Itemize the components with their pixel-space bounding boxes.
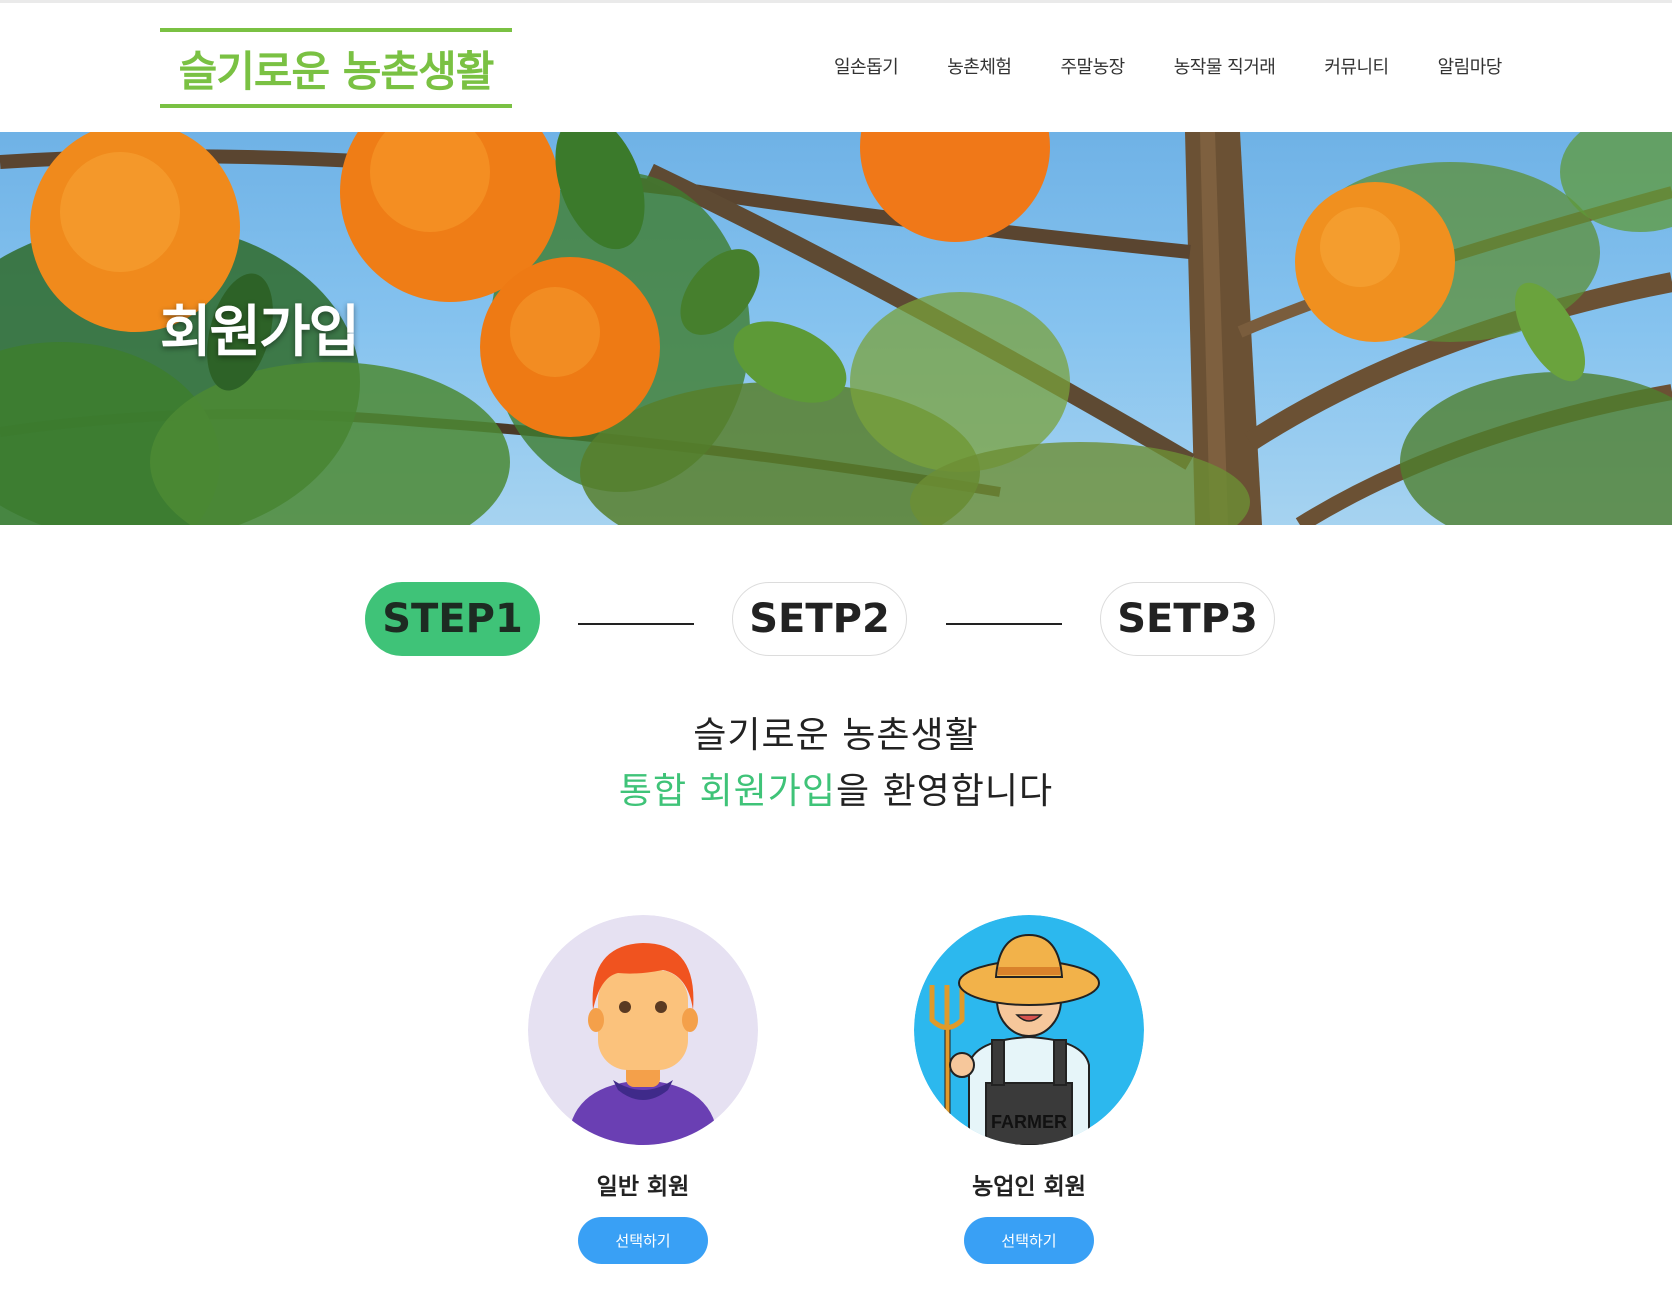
welcome-line-2: 통합 회원가입을 환영합니다	[0, 764, 1672, 820]
signup-steps: STEP1 SETP2 SETP3	[0, 582, 1672, 656]
step-connector	[946, 623, 1062, 625]
main-nav: 일손돕기 농촌체험 주말농장 농작물 직거래 커뮤니티 알림마당	[834, 53, 1502, 79]
step-2: SETP2	[732, 582, 907, 656]
nav-item-community[interactable]: 커뮤니티	[1324, 53, 1389, 79]
nav-item-weekend-farm[interactable]: 주말농장	[1061, 53, 1126, 79]
select-general-member-button[interactable]: 선택하기	[578, 1217, 708, 1264]
person-avatar	[528, 915, 758, 1145]
nav-item-notice[interactable]: 알림마당	[1438, 53, 1503, 79]
general-member-card: 일반 회원 선택하기	[528, 915, 758, 1264]
step-1: STEP1	[365, 582, 540, 656]
welcome-rest: 을 환영합니다	[836, 771, 1054, 812]
nav-item-experience[interactable]: 농촌체험	[947, 53, 1012, 79]
farmer-avatar: FARMER	[914, 915, 1144, 1145]
site-header: 슬기로운 농촌생활 일손돕기 농촌체험 주말농장 농작물 직거래 커뮤니티 알림…	[0, 3, 1672, 132]
site-logo[interactable]: 슬기로운 농촌생활	[160, 28, 512, 108]
welcome-line-1: 슬기로운 농촌생활	[693, 715, 979, 756]
welcome-message: 슬기로운 농촌생활 통합 회원가입을 환영합니다	[0, 708, 1672, 820]
member-label-farmer: 농업인 회원	[972, 1174, 1086, 1200]
select-farmer-member-button[interactable]: 선택하기	[964, 1217, 1094, 1264]
page-title: 회원가입	[160, 300, 360, 365]
nav-item-direct-trade[interactable]: 농작물 직거래	[1174, 53, 1276, 79]
farmer-badge: FARMER	[991, 1112, 1067, 1132]
welcome-highlight: 통합 회원가입	[618, 771, 836, 812]
nav-item-help[interactable]: 일손돕기	[834, 53, 899, 79]
farmer-member-card: FARMER 농업인 회원 선택하기	[914, 915, 1144, 1264]
hero-banner: 회원가입	[0, 132, 1672, 525]
step-connector	[578, 623, 694, 625]
member-label-general: 일반 회원	[596, 1174, 690, 1200]
step-3: SETP3	[1100, 582, 1275, 656]
